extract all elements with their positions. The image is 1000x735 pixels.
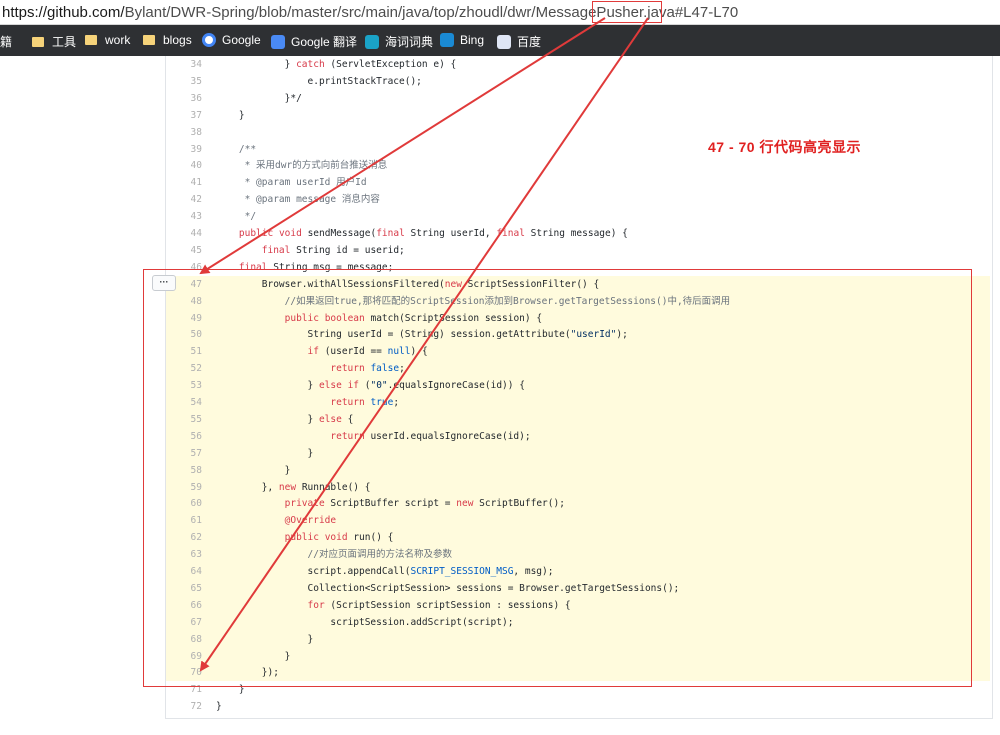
annotation-arrows: [199, 17, 649, 672]
arrow-to-line-47: [199, 17, 606, 275]
arrow-to-line-70: [199, 17, 649, 672]
